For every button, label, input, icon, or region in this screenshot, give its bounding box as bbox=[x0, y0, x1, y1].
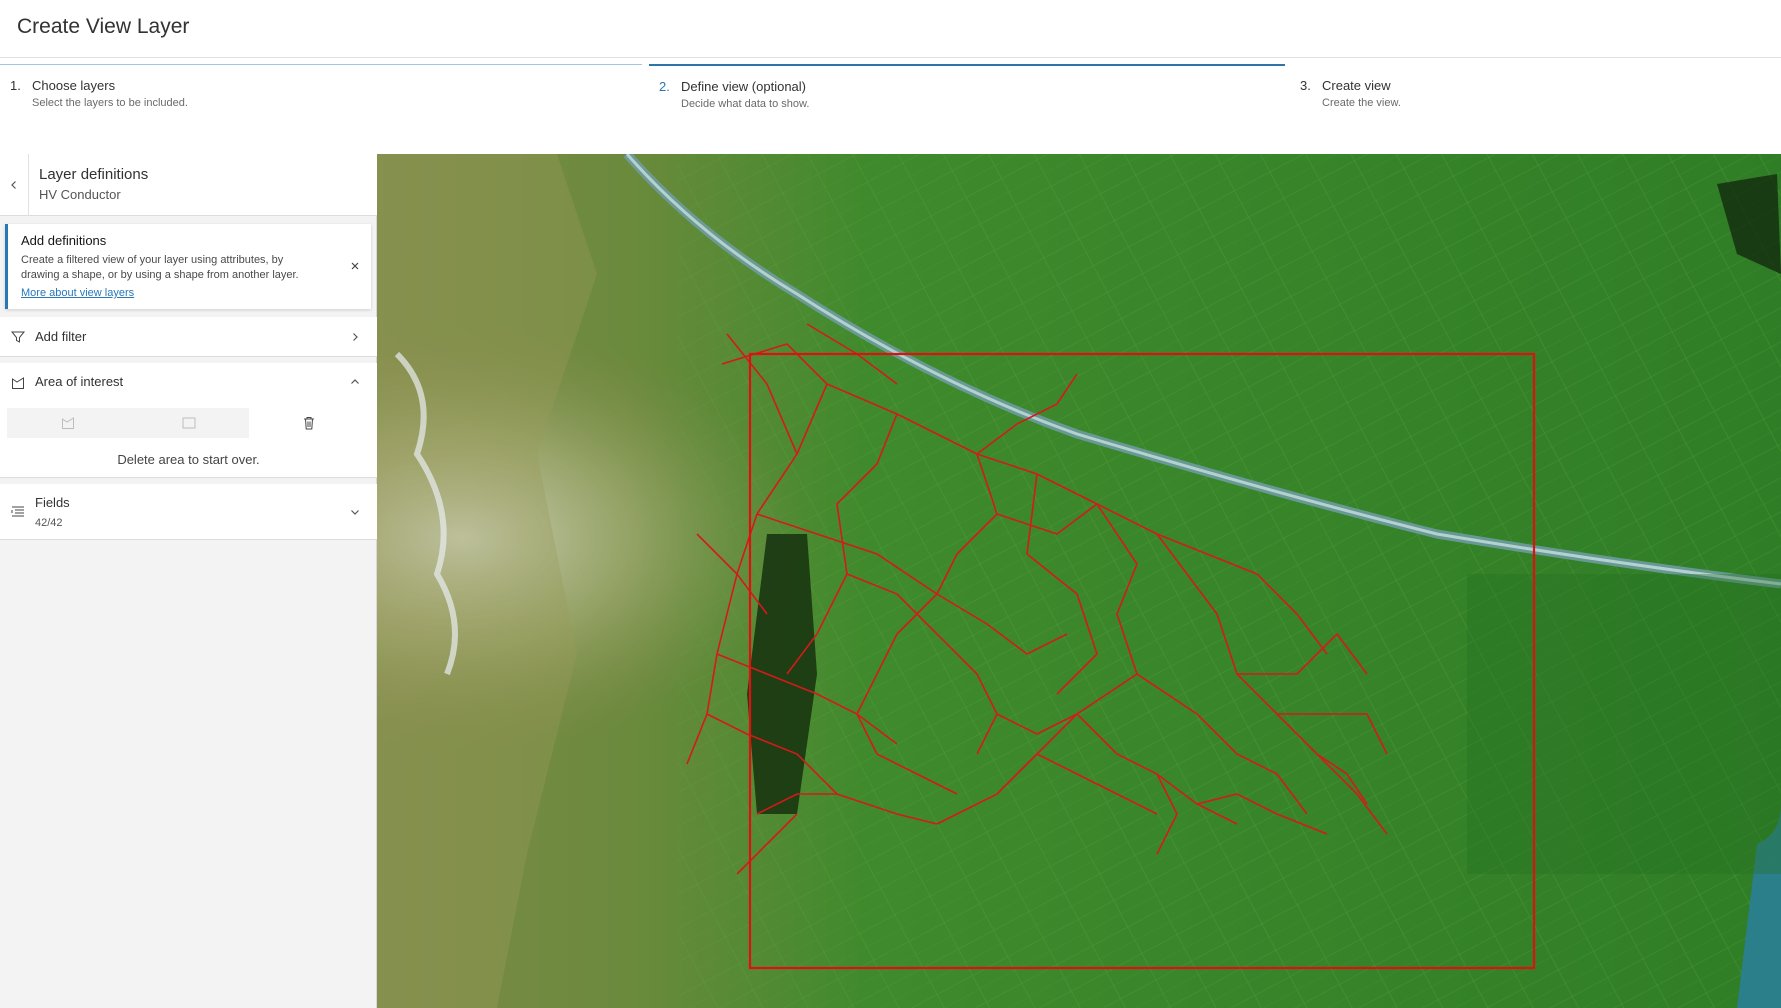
step-description: Decide what data to show. bbox=[681, 98, 810, 110]
step-number: 1. bbox=[10, 78, 21, 93]
rectangle-tool[interactable] bbox=[128, 408, 249, 438]
panel-title: Layer definitions bbox=[39, 166, 149, 183]
notice-title: Add definitions bbox=[21, 233, 107, 248]
step-choose-layers[interactable]: 1. Choose layers Select the layers to be… bbox=[0, 64, 642, 124]
rectangle-icon bbox=[182, 417, 195, 429]
step-create-view[interactable]: 3. Create view Create the view. bbox=[1290, 64, 1781, 124]
step-number: 2. bbox=[659, 79, 670, 94]
add-filter-row[interactable]: Add filter bbox=[0, 317, 377, 357]
add-definitions-notice: Add definitions Create a filtered view o… bbox=[5, 224, 371, 309]
step-label: Create view bbox=[1322, 78, 1391, 93]
step-define-view[interactable]: 2. Define view (optional) Decide what da… bbox=[649, 64, 1285, 124]
filter-icon bbox=[10, 331, 26, 343]
chevron-left-icon bbox=[11, 181, 16, 189]
satellite-basemap bbox=[377, 154, 1781, 1008]
close-icon bbox=[351, 262, 359, 270]
top-bar: Create View Layer bbox=[0, 0, 1781, 58]
fields-label: Fields bbox=[35, 495, 70, 510]
area-of-interest-body: Delete area to start over. bbox=[0, 400, 377, 478]
step-label: Define view (optional) bbox=[681, 79, 807, 94]
notice-close-button[interactable] bbox=[347, 258, 363, 274]
more-about-view-layers-link[interactable]: More about view layers bbox=[21, 287, 134, 299]
panel-header: Layer definitions HV Conductor bbox=[0, 154, 377, 216]
add-filter-label: Add filter bbox=[35, 329, 87, 344]
step-description: Select the layers to be included. bbox=[32, 97, 188, 109]
chevron-right-icon bbox=[353, 333, 358, 341]
freehand-polygon-tool[interactable] bbox=[7, 408, 128, 438]
trash-icon bbox=[304, 417, 314, 430]
polygon-icon bbox=[12, 377, 24, 389]
area-of-interest-header[interactable]: Area of interest bbox=[0, 363, 377, 401]
fields-list-icon bbox=[11, 506, 24, 517]
aoi-message: Delete area to start over. bbox=[117, 452, 260, 467]
step-label: Choose layers bbox=[32, 78, 116, 93]
delete-area-button[interactable] bbox=[249, 408, 369, 438]
step-number: 3. bbox=[1300, 78, 1311, 93]
chevron-up-icon bbox=[351, 379, 359, 384]
panel-subtitle: HV Conductor bbox=[39, 187, 121, 202]
notice-text: Create a filtered view of your layer usi… bbox=[21, 254, 299, 281]
page-title: Create View Layer bbox=[17, 15, 190, 38]
aoi-toolbar bbox=[7, 408, 369, 438]
step-description: Create the view. bbox=[1322, 97, 1401, 109]
layer-definitions-panel: Layer definitions HV Conductor Add defin… bbox=[0, 154, 377, 1008]
chevron-down-icon bbox=[351, 510, 359, 515]
fields-count: 42/42 bbox=[35, 517, 63, 529]
freehand-polygon-icon bbox=[61, 417, 74, 429]
map-view[interactable] bbox=[377, 154, 1781, 1008]
fields-row[interactable]: Fields 42/42 bbox=[0, 484, 377, 540]
area-of-interest-label: Area of interest bbox=[35, 374, 124, 389]
back-button[interactable] bbox=[0, 154, 29, 216]
stepper: 1. Choose layers Select the layers to be… bbox=[0, 58, 1781, 154]
